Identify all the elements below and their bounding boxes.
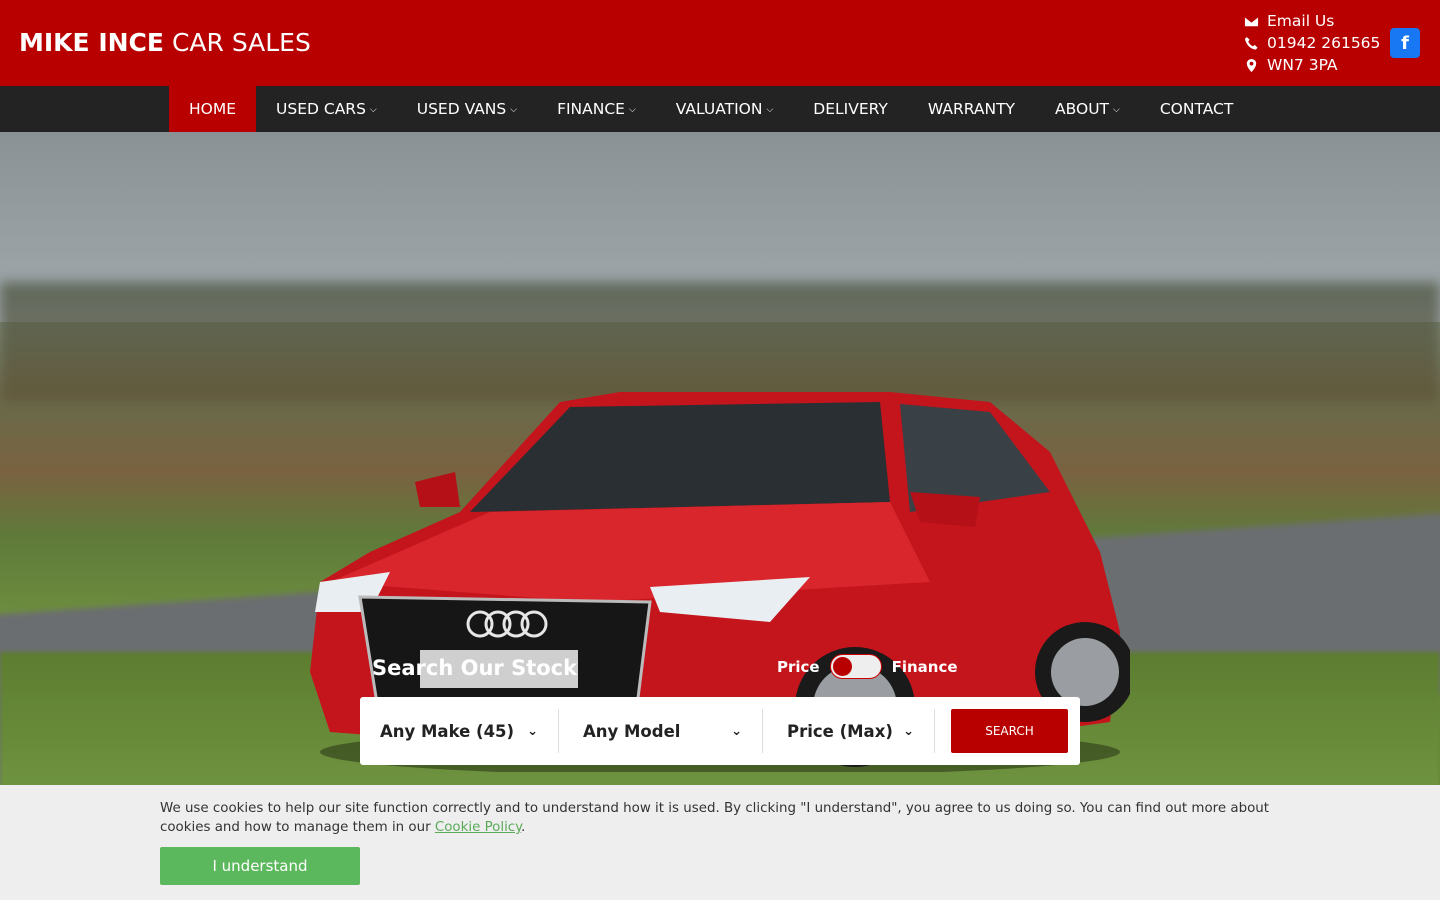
facebook-button[interactable]: f [1390,28,1420,58]
make-select-value: Any Make (45) [380,721,515,741]
nav-used-cars-label: USED CARS [276,100,366,118]
model-select[interactable]: Any Model ⌄ [563,709,763,753]
nav-about-label: ABOUT [1055,100,1110,118]
cookie-policy-link[interactable]: Cookie Policy [435,820,521,835]
nav-valuation[interactable]: VALUATION ⌵ [656,86,794,132]
nav-contact[interactable]: CONTACT [1140,86,1254,132]
envelope-icon [1244,15,1259,26]
chevron-down-icon: ⌵ [766,105,774,115]
phone-link[interactable]: 01942 261565 [1244,32,1380,54]
nav-used-vans-label: USED VANS [416,100,507,118]
logo-light-text: CAR SALES [171,28,311,57]
nav-delivery-label: DELIVERY [813,100,888,118]
chevron-down-icon: ⌄ [731,723,742,739]
nav-warranty[interactable]: WARRANTY [908,86,1035,132]
nav-contact-label: CONTACT [1159,100,1234,118]
chevron-down-icon: ⌵ [1113,105,1120,115]
toggle-finance-label: Finance [891,657,958,676]
price-finance-toggle-group: Price Finance [777,654,958,679]
chevron-down-icon: ⌄ [903,723,914,739]
logo-bold-text: MIKE INCE [19,28,164,57]
search-title: Search Our Stock [372,656,578,680]
facebook-icon: f [1401,32,1409,54]
postcode: WN7 3PA [1267,56,1338,74]
phone-icon [1244,36,1258,50]
phone-number: 01942 261565 [1267,34,1381,52]
nav-finance-label: FINANCE [557,100,625,118]
email-label: Email Us [1267,12,1335,30]
contact-list: Email Us 01942 261565 WN7 3PA [1244,10,1380,76]
search-button[interactable]: SEARCH [951,709,1068,753]
price-select-value: Price (Max) [787,721,893,741]
nav-used-vans[interactable]: USED VANS ⌵ [397,86,537,132]
map-marker-icon [1246,58,1257,72]
site-logo[interactable]: MIKE INCE CAR SALES [19,28,311,57]
chevron-down-icon: ⌵ [510,105,518,115]
price-finance-toggle[interactable] [829,654,882,679]
hero-banner [0,132,1440,785]
toggle-price-label: Price [777,657,820,676]
stock-search-form: Any Make (45) ⌄ Any Model ⌄ Price (Max) … [360,697,1080,765]
nav-finance[interactable]: FINANCE ⌵ [537,86,656,132]
nav-used-cars[interactable]: USED CARS ⌵ [256,86,397,132]
chevron-down-icon: ⌵ [369,105,377,115]
site-header: MIKE INCE CAR SALES Email Us 01942 26156… [0,0,1440,86]
accept-cookies-button[interactable]: I understand [160,847,360,885]
chevron-down-icon: ⌵ [628,105,636,115]
cookie-text-suffix: . [521,820,526,835]
email-link[interactable]: Email Us [1244,10,1380,32]
price-select[interactable]: Price (Max) ⌄ [767,709,935,753]
nav-home[interactable]: HOME [169,86,257,132]
hero-car-image [310,392,1130,772]
location-link[interactable]: WN7 3PA [1244,54,1380,76]
make-select[interactable]: Any Make (45) ⌄ [360,709,559,753]
cookie-text: We use cookies to help our site function… [160,801,1270,835]
model-select-value: Any Model [583,721,681,741]
cookie-banner: We use cookies to help our site function… [0,785,1440,900]
nav-warranty-label: WARRANTY [927,100,1016,118]
toggle-knob [832,657,852,676]
nav-valuation-label: VALUATION [675,100,763,118]
cookie-message: We use cookies to help our site function… [160,799,1280,837]
nav-home-label: HOME [189,100,237,118]
nav-about[interactable]: ABOUT ⌵ [1035,86,1140,132]
nav-delivery[interactable]: DELIVERY [793,86,908,132]
chevron-down-icon: ⌄ [527,723,538,739]
main-navigation: HOME USED CARS ⌵ USED VANS ⌵ FINANCE ⌵ VALU… [0,86,1440,132]
